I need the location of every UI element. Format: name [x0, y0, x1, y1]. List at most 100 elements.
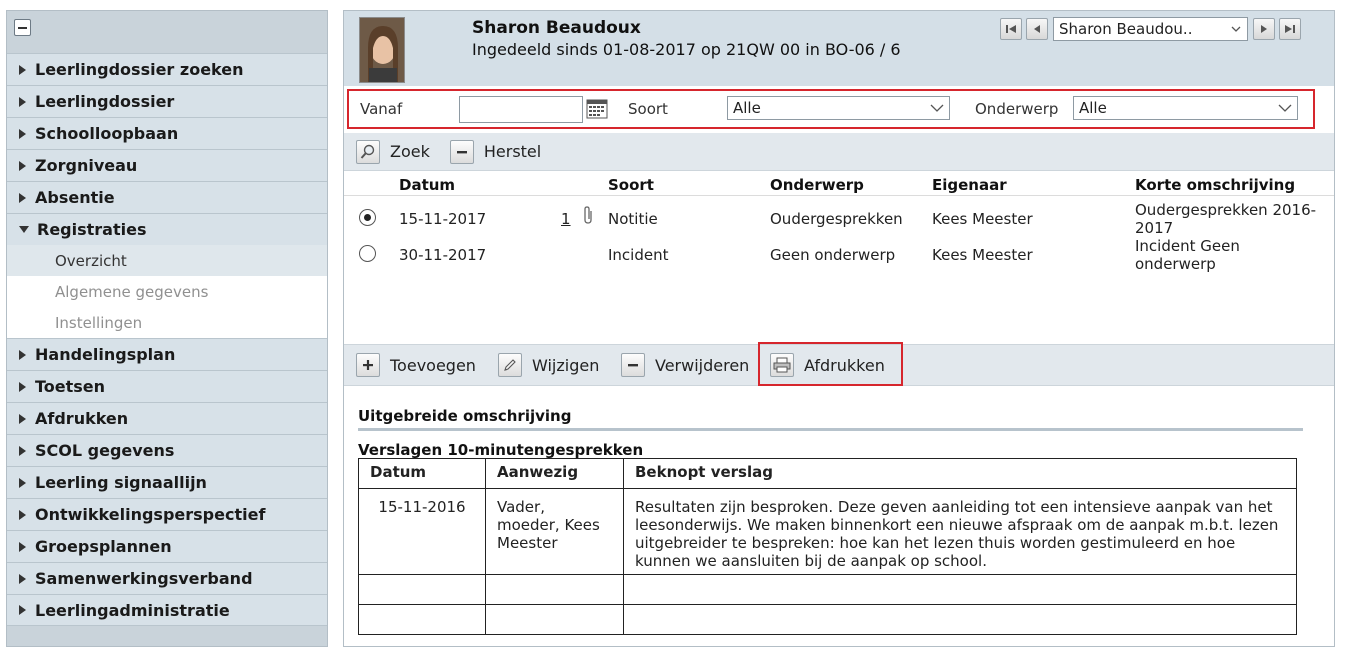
previous-student-icon[interactable]: [1026, 18, 1048, 40]
vanaf-label: Vanaf: [360, 100, 403, 118]
sidebar-item-toetsen[interactable]: Toetsen: [7, 370, 327, 402]
verslag-empty-row: [358, 574, 1297, 605]
sidebar-item-label: Groepsplannen: [35, 537, 172, 556]
row-radio[interactable]: [359, 209, 376, 226]
detail-subtitle: Verslagen 10-minutengesprekken: [358, 441, 644, 459]
soort-select-value: Alle: [733, 99, 761, 117]
sidebar-item-leerlingdossier[interactable]: Leerlingdossier: [7, 85, 327, 117]
verslag-cell-verslag: Resultaten zijn besproken. Deze geven aa…: [623, 488, 1297, 575]
chevron-down-icon: [930, 104, 944, 112]
expand-arrow-icon: [19, 381, 26, 392]
sidebar-item-registraties[interactable]: Registraties: [7, 213, 327, 245]
sidebar-item-label: Toetsen: [35, 377, 106, 396]
sidebar-item-afdrukken[interactable]: Afdrukken: [7, 402, 327, 434]
sidebar-item-schoolloopbaan[interactable]: Schoolloopbaan: [7, 117, 327, 149]
expand-arrow-icon: [19, 445, 26, 456]
student-select[interactable]: Sharon Beaudou..: [1053, 17, 1248, 41]
verslag-header-datum: Datum: [358, 458, 486, 489]
detail-title: Uitgebreide omschrijving: [358, 407, 572, 425]
verslag-header-aanwezig: Aanwezig: [485, 458, 624, 489]
herstel-button[interactable]: Herstel: [449, 139, 541, 164]
first-student-icon[interactable]: [1000, 18, 1022, 40]
filter-bar: Vanaf Soort Alle Onderwerp Alle: [347, 89, 1315, 129]
onderwerp-label: Onderwerp: [975, 100, 1059, 118]
sidebar-item-samenwerkingsverband[interactable]: Samenwerkingsverband: [7, 562, 327, 594]
cell-onderwerp: Geen onderwerp: [770, 246, 896, 264]
cell-soort: Incident: [608, 246, 669, 264]
vanaf-date-input[interactable]: [459, 96, 583, 123]
toevoegen-button[interactable]: Toevoegen: [356, 353, 476, 377]
sidebar-item-label: Absentie: [35, 188, 115, 207]
verslag-row: 15-11-2016 Vader, moeder, Kees Meester R…: [358, 488, 1297, 575]
sidebar-item-label: Leerlingdossier zoeken: [35, 60, 244, 79]
verslag-table-header: Datum Aanwezig Beknopt verslag: [358, 458, 1297, 489]
zoek-button[interactable]: Zoek: [356, 139, 430, 164]
sidebar-item-label: Afdrukken: [35, 409, 129, 428]
expand-arrow-icon: [19, 605, 26, 615]
sidebar-item-handelingsplan[interactable]: Handelingsplan: [7, 338, 327, 370]
sidebar-subitem-overzicht[interactable]: Overzicht: [7, 245, 327, 276]
column-header-datum[interactable]: Datum: [399, 176, 455, 194]
column-header-soort[interactable]: Soort: [608, 176, 654, 194]
onderwerp-select[interactable]: Alle: [1073, 96, 1298, 120]
expand-arrow-icon: [19, 477, 26, 488]
afdrukken-highlight: [758, 342, 903, 386]
sidebar-item-zorgniveau[interactable]: Zorgniveau: [7, 149, 327, 181]
chevron-down-icon: [1231, 26, 1241, 32]
student-header: Sharon Beaudoux Ingedeeld sinds 01-08-20…: [344, 11, 1334, 86]
sidebar-item-leerlingdossier-zoeken[interactable]: Leerlingdossier zoeken: [7, 53, 327, 85]
expand-arrow-icon: [19, 192, 26, 203]
calendar-icon[interactable]: [586, 98, 608, 120]
cell-soort: Notitie: [608, 210, 658, 228]
sidebar-subitem-instellingen[interactable]: Instellingen: [7, 307, 327, 338]
sidebar-item-label: Leerlingadministratie: [35, 600, 230, 620]
expand-arrow-icon: [19, 509, 26, 520]
sidebar-item-scol-gegevens[interactable]: SCOL gegevens: [7, 434, 327, 466]
column-header-eigenaar[interactable]: Eigenaar: [932, 176, 1007, 194]
sidebar-item-leerlingadministratie[interactable]: Leerlingadministratie: [7, 594, 327, 626]
wijzigen-button[interactable]: Wijzigen: [498, 353, 599, 377]
search-icon: [356, 139, 380, 164]
verwijderen-button[interactable]: Verwijderen: [621, 353, 749, 377]
sidebar-item-leerling-signaallijn[interactable]: Leerling signaallijn: [7, 466, 327, 498]
column-header-korte-omschrijving[interactable]: Korte omschrijving: [1135, 176, 1295, 194]
verslag-cell-aanwezig: Vader, moeder, Kees Meester: [485, 488, 624, 575]
sidebar-item-groepsplannen[interactable]: Groepsplannen: [7, 530, 327, 562]
soort-select[interactable]: Alle: [727, 96, 950, 120]
expand-arrow-icon: [19, 541, 26, 552]
sidebar-item-ontwikkelingsperspectief[interactable]: Ontwikkelingsperspectief: [7, 498, 327, 530]
last-student-icon[interactable]: [1279, 18, 1301, 40]
sidebar-subitem-algemene-gegevens[interactable]: Algemene gegevens: [7, 276, 327, 307]
sidebar-item-label: Zorgniveau: [35, 156, 138, 175]
sidebar-item-label: Handelingsplan: [35, 345, 176, 364]
expand-arrow-icon: [19, 128, 26, 139]
sidebar-item-label: Leerlingdossier: [35, 92, 175, 111]
column-header-onderwerp[interactable]: Onderwerp: [770, 176, 864, 194]
sidebar-item-absentie[interactable]: Absentie: [7, 181, 327, 213]
collapse-sidebar-icon[interactable]: [14, 19, 31, 36]
expand-arrow-icon: [19, 349, 26, 360]
cell-bijlagen-count[interactable]: 1: [561, 210, 571, 228]
table-row[interactable]: 15-11-2017 1 Notitie Oudergesprekken Kee…: [344, 201, 1334, 237]
sidebar-item-label: Samenwerkingsverband: [35, 569, 253, 588]
search-toolbar: Zoek Herstel: [344, 133, 1334, 171]
cell-onderwerp: Oudergesprekken: [770, 210, 903, 228]
verslag-empty-row: [358, 604, 1297, 635]
next-student-icon[interactable]: [1253, 18, 1275, 40]
cell-korte-omschrijving: Oudergesprekken 2016-2017: [1135, 201, 1317, 237]
collapse-arrow-icon: [19, 226, 29, 233]
student-select-value: Sharon Beaudou..: [1059, 20, 1193, 38]
sidebar-item-label: Leerling signaallijn: [35, 473, 207, 492]
onderwerp-select-value: Alle: [1079, 99, 1107, 117]
expand-arrow-icon: [19, 573, 26, 584]
paperclip-icon[interactable]: [582, 205, 594, 229]
row-radio[interactable]: [359, 245, 376, 262]
table-row[interactable]: 30-11-2017 Incident Geen onderwerp Kees …: [344, 237, 1334, 277]
expand-arrow-icon: [19, 413, 26, 424]
expand-arrow-icon: [19, 64, 26, 75]
verslag-table: Datum Aanwezig Beknopt verslag 15-11-201…: [358, 458, 1297, 635]
cell-datum: 15-11-2017: [399, 210, 487, 228]
detail-separator: [358, 428, 1303, 431]
student-info: Ingedeeld sinds 01-08-2017 op 21QW 00 in…: [472, 40, 901, 59]
wijzigen-label: Wijzigen: [532, 355, 600, 375]
